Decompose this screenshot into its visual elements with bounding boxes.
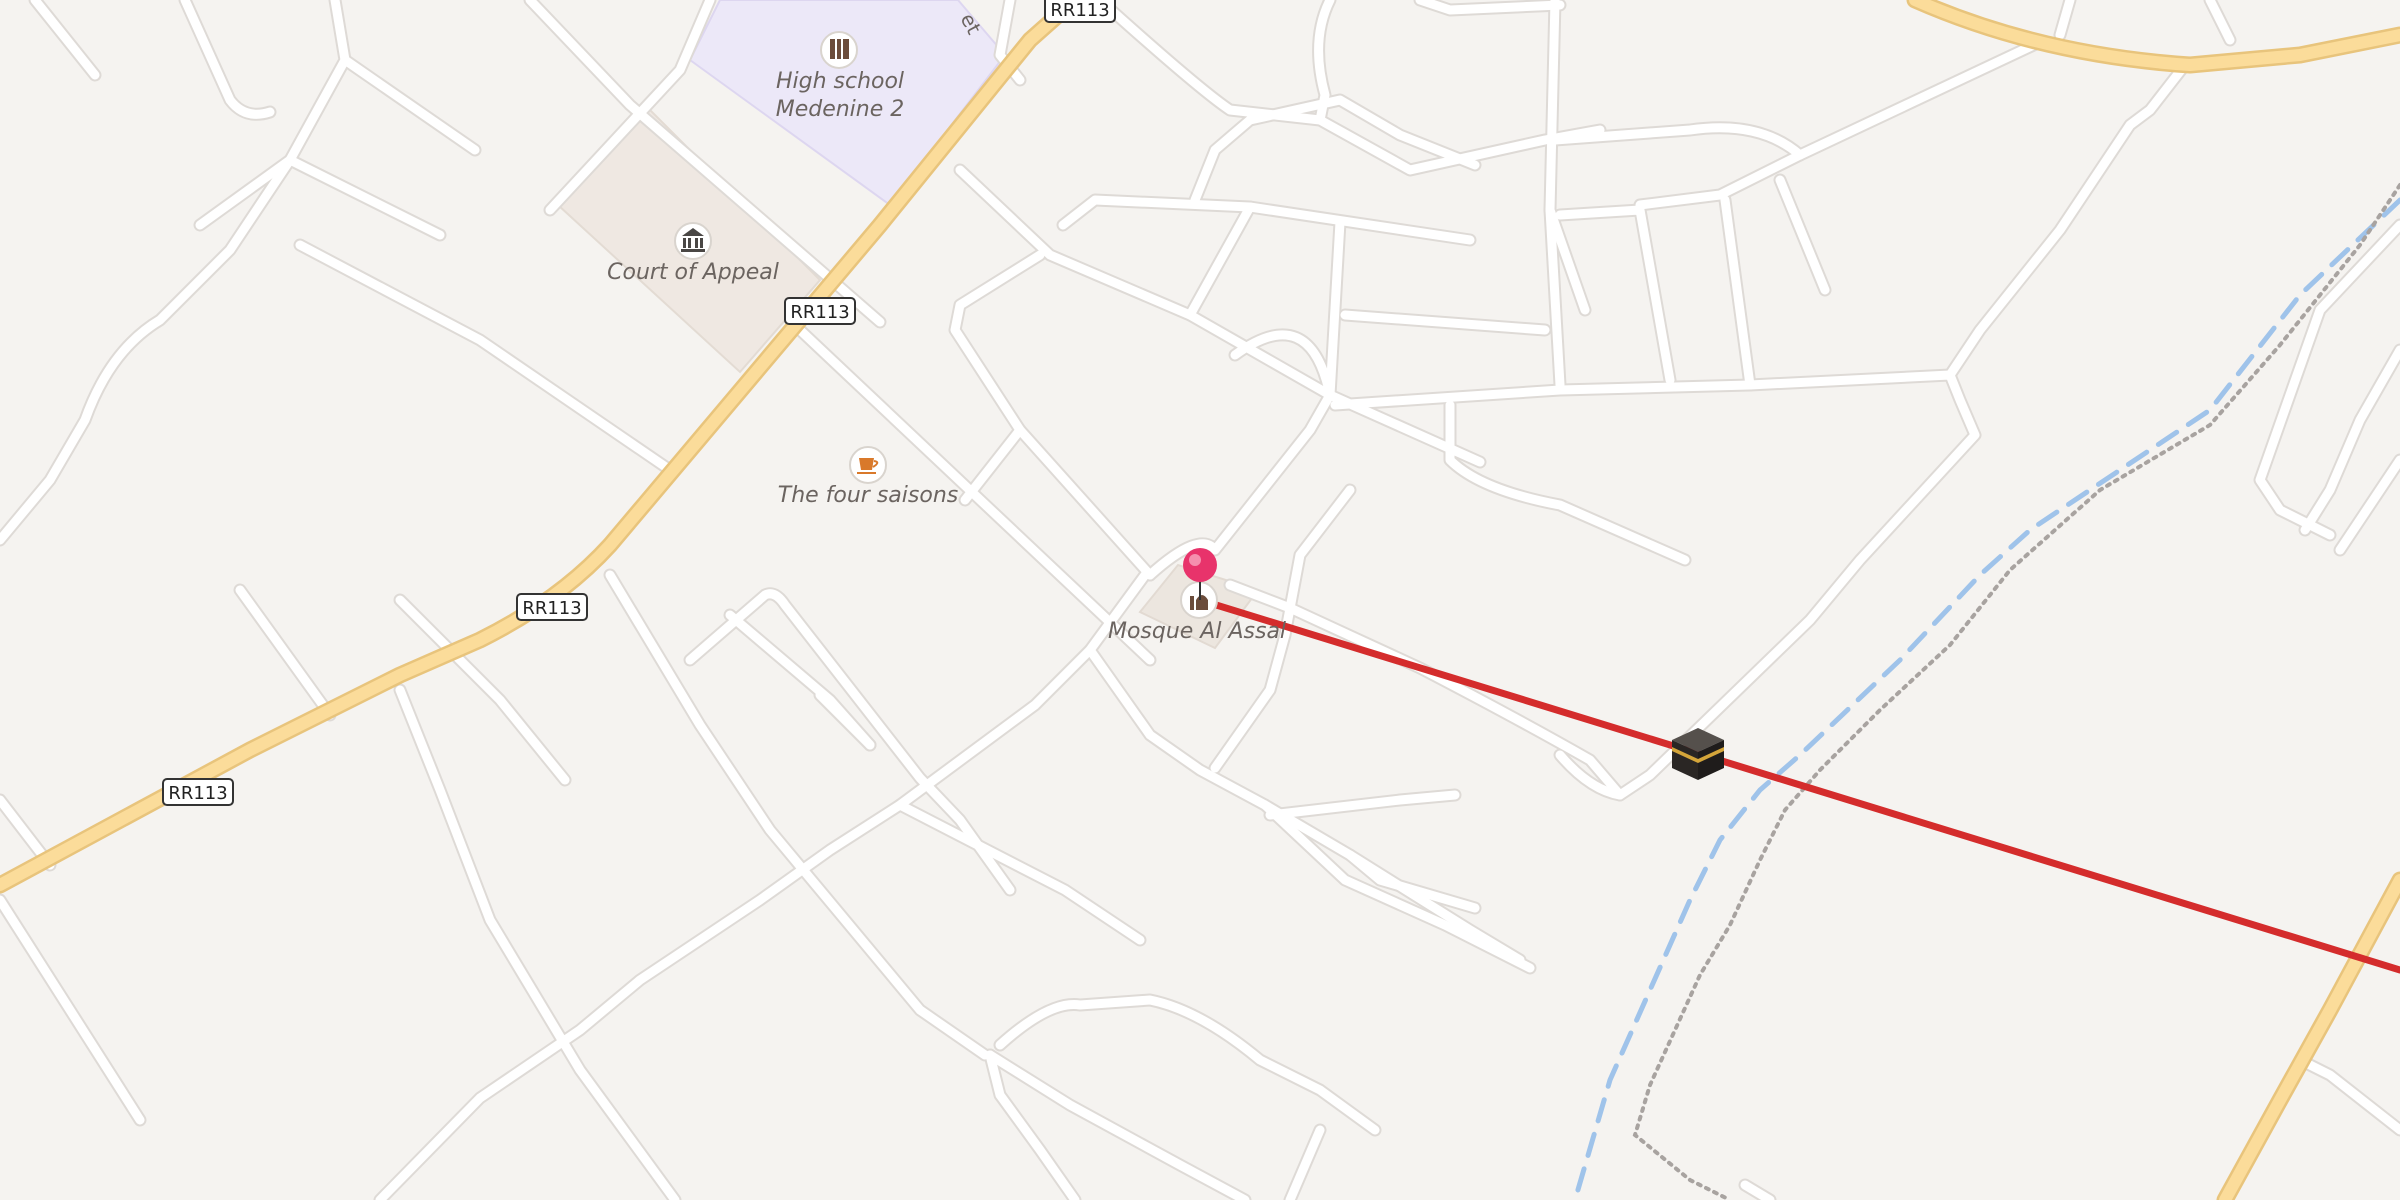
poi-label: Court of Appeal	[607, 260, 779, 285]
school-icon-glyph	[830, 39, 849, 59]
road-shield: RR113	[784, 297, 856, 325]
svg-text:RR113: RR113	[1050, 0, 1109, 21]
road-shield: RR113	[162, 778, 234, 806]
qibla-direction-line	[1196, 596, 2400, 974]
svg-text:RR113: RR113	[168, 783, 227, 804]
kaaba-icon	[1672, 728, 1724, 780]
poi-label-line-1: High school	[776, 69, 904, 94]
svg-text:RR113: RR113	[522, 598, 581, 619]
poi-label: Mosque Al Assal	[1108, 619, 1286, 644]
poi-label-line-2: Medenine 2	[776, 97, 905, 122]
road-shield: RR113	[1044, 0, 1116, 23]
road-shield: RR113	[516, 593, 588, 621]
map-svg: RR113 RR113 RR113 RR113 et High school M…	[0, 0, 2400, 1200]
svg-text:RR113: RR113	[790, 302, 849, 323]
poi-label: The four saisons	[778, 483, 958, 508]
map-canvas[interactable]: RR113 RR113 RR113 RR113 et High school M…	[0, 0, 2400, 1200]
